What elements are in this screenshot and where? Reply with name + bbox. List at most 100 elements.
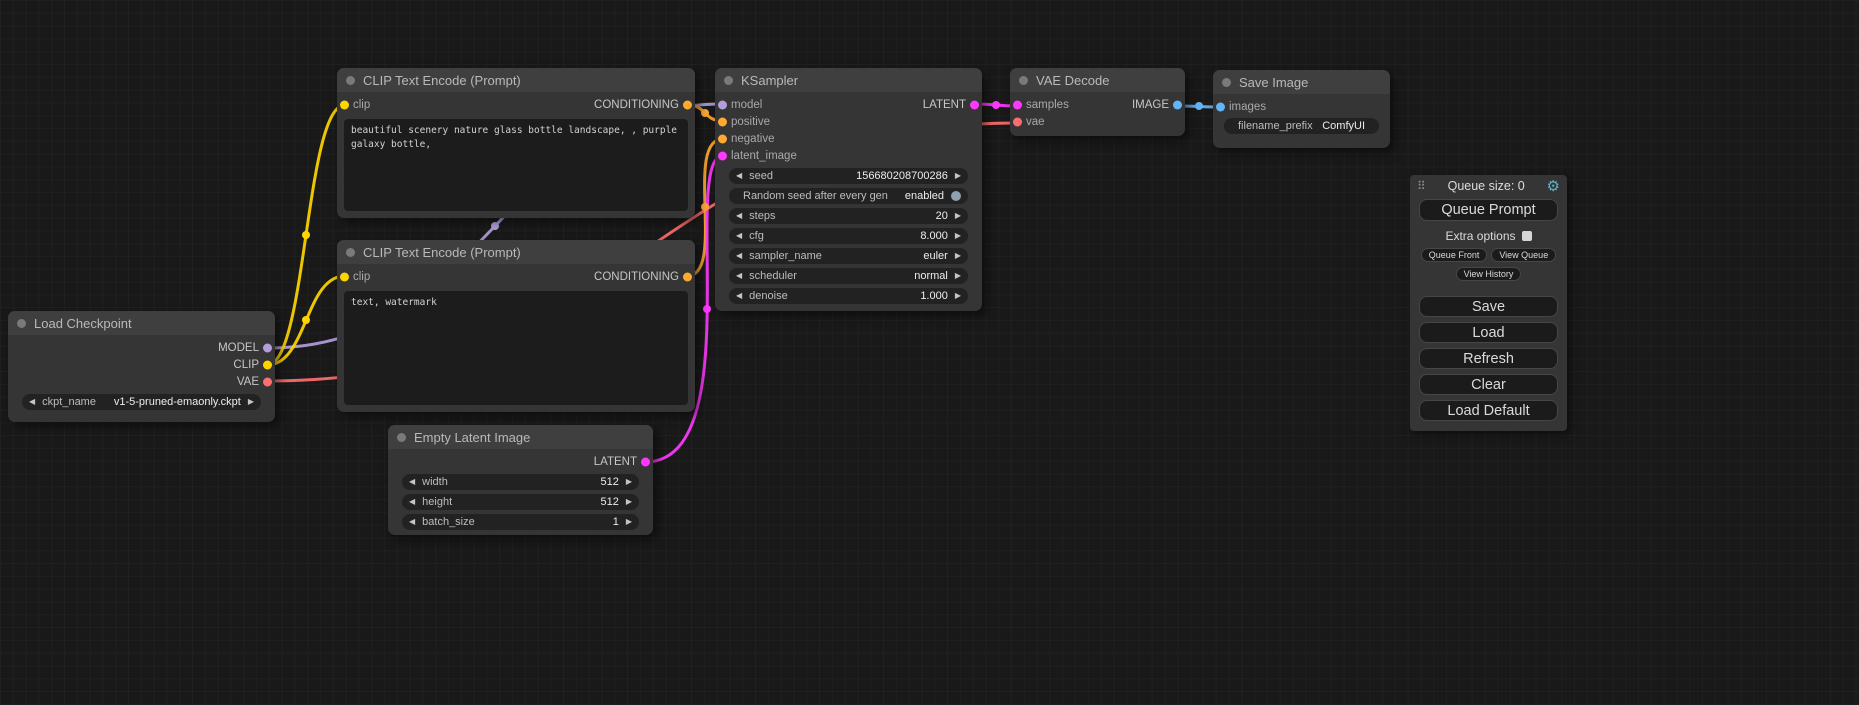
widget-label: batch_size <box>422 516 475 528</box>
link-midpoint-dot <box>1195 102 1203 110</box>
node-titlebar[interactable]: CLIP Text Encode (Prompt) <box>337 240 695 264</box>
view-history-button[interactable]: View History <box>1456 267 1522 281</box>
toggle-knob-icon[interactable] <box>951 191 961 201</box>
node-clip-text-encode-positive[interactable]: CLIP Text Encode (Prompt) clip CONDITION… <box>337 68 695 218</box>
link-midpoint-dot <box>302 316 310 324</box>
slot-row: negative <box>715 130 982 147</box>
output-port-vae[interactable] <box>263 377 272 386</box>
node-titlebar[interactable]: Save Image <box>1213 70 1390 94</box>
output-port-conditioning[interactable] <box>683 272 692 281</box>
link-midpoint-dot <box>701 109 709 117</box>
prev-value-arrow-icon[interactable]: ◀ <box>736 212 742 220</box>
queue-front-button[interactable]: Queue Front <box>1421 248 1488 262</box>
sampler-name-widget[interactable]: ◀ sampler_name euler ▶ <box>729 248 968 264</box>
widget-label: filename_prefix <box>1238 120 1313 132</box>
cfg-widget[interactable]: ◀ cfg 8.000 ▶ <box>729 228 968 244</box>
view-queue-button[interactable]: View Queue <box>1491 248 1556 262</box>
random-seed-toggle-widget[interactable]: Random seed after every gen enabled <box>729 188 968 204</box>
node-save-image[interactable]: Save Image images filename_prefix ComfyU… <box>1213 70 1390 148</box>
width-widget[interactable]: ◀ width 512 ▶ <box>402 474 639 490</box>
next-value-arrow-icon[interactable]: ▶ <box>626 518 632 526</box>
graph-canvas[interactable]: Load Checkpoint MODEL CLIP VAE ◀ ckpt_na… <box>0 0 1859 705</box>
seed-widget[interactable]: ◀ seed 156680208700286 ▶ <box>729 168 968 184</box>
batch-size-widget[interactable]: ◀ batch_size 1 ▶ <box>402 514 639 530</box>
scheduler-widget[interactable]: ◀ scheduler normal ▶ <box>729 268 968 284</box>
refresh-button[interactable]: Refresh <box>1419 348 1558 369</box>
prev-value-arrow-icon[interactable]: ◀ <box>736 292 742 300</box>
widget-value: 512 <box>600 496 618 508</box>
slot-row: MODEL <box>8 339 275 356</box>
next-value-arrow-icon[interactable]: ▶ <box>248 398 254 406</box>
prev-value-arrow-icon[interactable]: ◀ <box>736 232 742 240</box>
node-collapse-dot-icon[interactable] <box>724 76 733 85</box>
node-collapse-dot-icon[interactable] <box>1019 76 1028 85</box>
load-button[interactable]: Load <box>1419 322 1558 343</box>
slot-row: vae <box>1010 113 1185 130</box>
node-load-checkpoint[interactable]: Load Checkpoint MODEL CLIP VAE ◀ ckpt_na… <box>8 311 275 422</box>
queue-prompt-button[interactable]: Queue Prompt <box>1419 199 1558 221</box>
output-port-image[interactable] <box>1173 100 1182 109</box>
input-port-vae[interactable] <box>1013 117 1022 126</box>
next-value-arrow-icon[interactable]: ▶ <box>626 498 632 506</box>
prev-value-arrow-icon[interactable]: ◀ <box>409 498 415 506</box>
node-titlebar[interactable]: Empty Latent Image <box>388 425 653 449</box>
output-port-clip[interactable] <box>263 360 272 369</box>
input-port-negative[interactable] <box>718 134 727 143</box>
input-port-positive[interactable] <box>718 117 727 126</box>
node-empty-latent-image[interactable]: Empty Latent Image LATENT ◀ width 512 ▶ … <box>388 425 653 535</box>
node-collapse-dot-icon[interactable] <box>17 319 26 328</box>
denoise-widget[interactable]: ◀ denoise 1.000 ▶ <box>729 288 968 304</box>
prev-value-arrow-icon[interactable]: ◀ <box>736 252 742 260</box>
settings-gear-icon[interactable]: ⚙ <box>1547 179 1560 194</box>
ckpt-name-widget[interactable]: ◀ ckpt_name v1-5-pruned-emaonly.ckpt ▶ <box>22 394 261 410</box>
node-collapse-dot-icon[interactable] <box>397 433 406 442</box>
input-port-clip[interactable] <box>340 100 349 109</box>
prev-value-arrow-icon[interactable]: ◀ <box>409 478 415 486</box>
output-port-model[interactable] <box>263 343 272 352</box>
next-value-arrow-icon[interactable]: ▶ <box>955 172 961 180</box>
prev-value-arrow-icon[interactable]: ◀ <box>736 172 742 180</box>
negative-prompt-textarea[interactable]: text, watermark <box>344 291 688 405</box>
node-titlebar[interactable]: VAE Decode <box>1010 68 1185 92</box>
node-vae-decode[interactable]: VAE Decode samples IMAGE vae <box>1010 68 1185 136</box>
load-default-button[interactable]: Load Default <box>1419 400 1558 421</box>
slot-row: clip CONDITIONING <box>337 96 695 113</box>
input-port-samples[interactable] <box>1013 100 1022 109</box>
node-title: VAE Decode <box>1036 73 1109 88</box>
output-port-conditioning[interactable] <box>683 100 692 109</box>
next-value-arrow-icon[interactable]: ▶ <box>626 478 632 486</box>
node-collapse-dot-icon[interactable] <box>346 76 355 85</box>
next-value-arrow-icon[interactable]: ▶ <box>955 292 961 300</box>
next-value-arrow-icon[interactable]: ▶ <box>955 272 961 280</box>
positive-prompt-textarea[interactable]: beautiful scenery nature glass bottle la… <box>344 119 688 211</box>
save-button[interactable]: Save <box>1419 296 1558 317</box>
next-value-arrow-icon[interactable]: ▶ <box>955 212 961 220</box>
input-port-clip[interactable] <box>340 272 349 281</box>
prev-value-arrow-icon[interactable]: ◀ <box>409 518 415 526</box>
node-titlebar[interactable]: Load Checkpoint <box>8 311 275 335</box>
node-ksampler[interactable]: KSampler model LATENT positive negative … <box>715 68 982 311</box>
prev-value-arrow-icon[interactable]: ◀ <box>736 272 742 280</box>
next-value-arrow-icon[interactable]: ▶ <box>955 252 961 260</box>
drag-handle-icon[interactable]: ⠿ <box>1417 179 1426 193</box>
input-port-latent-image[interactable] <box>718 151 727 160</box>
input-port-model[interactable] <box>718 100 727 109</box>
output-port-latent[interactable] <box>641 457 650 466</box>
extra-options-checkbox[interactable] <box>1522 231 1532 241</box>
node-collapse-dot-icon[interactable] <box>346 248 355 257</box>
steps-widget[interactable]: ◀ steps 20 ▶ <box>729 208 968 224</box>
output-port-latent[interactable] <box>970 100 979 109</box>
node-clip-text-encode-negative[interactable]: CLIP Text Encode (Prompt) clip CONDITION… <box>337 240 695 412</box>
clear-button[interactable]: Clear <box>1419 374 1558 395</box>
input-port-images[interactable] <box>1216 102 1225 111</box>
prev-value-arrow-icon[interactable]: ◀ <box>29 398 35 406</box>
filename-prefix-widget[interactable]: filename_prefix ComfyUI <box>1224 118 1379 134</box>
node-titlebar[interactable]: CLIP Text Encode (Prompt) <box>337 68 695 92</box>
input-label-clip: clip <box>353 271 370 283</box>
link-midpoint-dot <box>491 222 499 230</box>
node-titlebar[interactable]: KSampler <box>715 68 982 92</box>
next-value-arrow-icon[interactable]: ▶ <box>955 232 961 240</box>
height-widget[interactable]: ◀ height 512 ▶ <box>402 494 639 510</box>
widget-label: Random seed after every gen <box>743 190 888 202</box>
node-collapse-dot-icon[interactable] <box>1222 78 1231 87</box>
